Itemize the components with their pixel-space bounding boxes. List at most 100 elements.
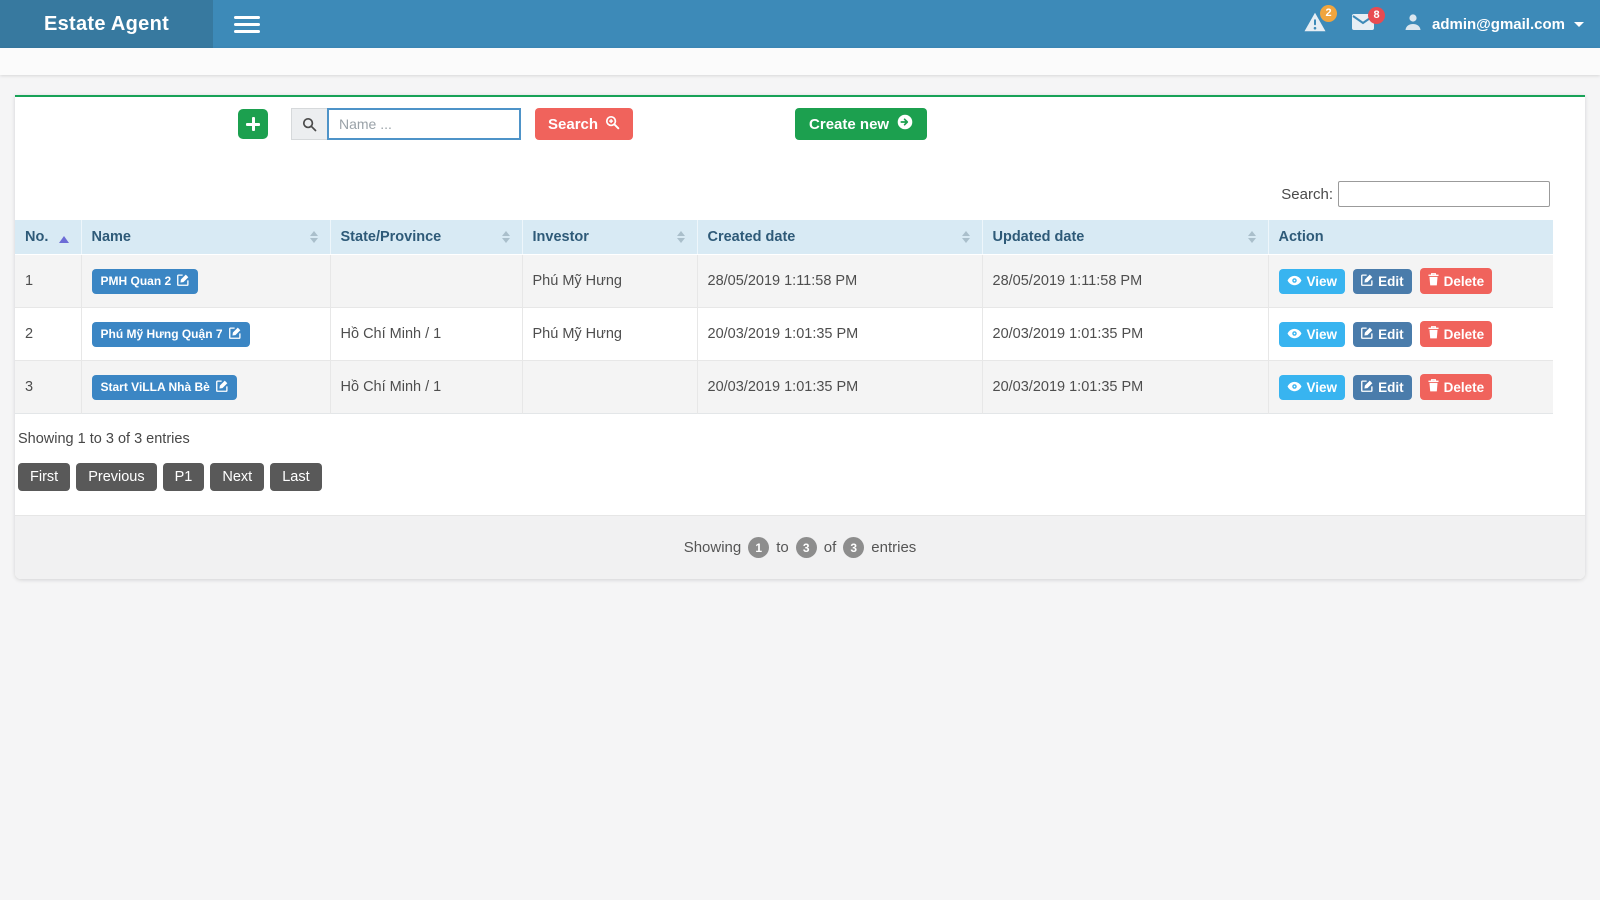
cell-name: Phú Mỹ Hưng Quận 7 [81,308,330,361]
datatable-search-input[interactable] [1338,181,1550,207]
sort-icon [677,227,685,247]
cell-actions: View Edit Delete [1268,255,1553,308]
projects-table: No. Name State/Province Investor Created… [15,220,1553,414]
cell-name: PMH Quan 2 [81,255,330,308]
footer-to-text: to [776,539,789,556]
create-new-button[interactable]: Create new [795,108,927,140]
edit-button[interactable]: Edit [1353,322,1412,347]
cell-created: 20/03/2019 1:01:35 PM [697,361,982,414]
search-icon [291,108,327,140]
content-header [0,48,1600,75]
entries-info: Showing 1 to 3 of 3 entries [18,431,1585,447]
search-plus-icon [605,115,620,134]
view-button[interactable]: View [1279,375,1346,400]
caret-down-icon [1574,22,1584,32]
edit-icon [216,380,228,395]
trash-icon [1428,273,1439,289]
alerts-button[interactable]: 2 [1295,4,1335,45]
cell-state [330,255,522,308]
delete-button[interactable]: Delete [1420,268,1493,294]
edit-icon [1361,274,1373,289]
add-button[interactable] [238,109,268,139]
create-new-label: Create new [809,116,889,133]
cell-state: Hồ Chí Minh / 1 [330,308,522,361]
search-button-label: Search [548,116,598,133]
sort-icon [502,227,510,247]
cell-name: Start ViLLA Nhà Bè [81,361,330,414]
cell-actions: View Edit Delete [1268,308,1553,361]
column-header-investor[interactable]: Investor [522,220,697,255]
footer-entries-text: entries [871,539,916,556]
column-header-created[interactable]: Created date [697,220,982,255]
project-name-badge[interactable]: Phú Mỹ Hưng Quận 7 [92,322,250,347]
table-row: 3 Start ViLLA Nhà Bè Hồ Chí Minh / 1 20/… [15,361,1553,414]
trash-icon [1428,379,1439,395]
toolbar: Search Create new [15,97,1585,140]
page-next-button[interactable]: Next [210,463,264,491]
cell-state: Hồ Chí Minh / 1 [330,361,522,414]
column-header-name[interactable]: Name [81,220,330,255]
user-menu[interactable]: admin@gmail.com [1403,12,1584,36]
sort-icon [1248,227,1256,247]
cell-investor: Phú Mỹ Hưng [522,255,697,308]
delete-button[interactable]: Delete [1420,374,1493,400]
cell-no: 2 [15,308,81,361]
name-filter-group [291,108,521,140]
view-button[interactable]: View [1279,269,1346,294]
warning-icon [1304,19,1326,36]
cell-created: 20/03/2019 1:01:35 PM [697,308,982,361]
sort-ascending-icon [59,231,69,243]
navbar-right: 2 8 admin@gmail.com [1295,0,1600,48]
page-1-button[interactable]: P1 [163,463,205,491]
footer-to-badge: 3 [796,537,817,558]
pagination: First Previous P1 Next Last [18,463,1585,515]
eye-icon [1287,380,1302,395]
menu-toggle-button[interactable] [234,0,260,48]
cell-no: 1 [15,255,81,308]
column-header-state[interactable]: State/Province [330,220,522,255]
trash-icon [1428,326,1439,342]
column-header-no[interactable]: No. [15,220,81,255]
edit-button[interactable]: Edit [1353,375,1412,400]
edit-icon [1361,380,1373,395]
hamburger-icon [234,16,260,19]
datatable-search: Search: [15,181,1550,207]
messages-count-badge: 8 [1368,7,1385,24]
view-button[interactable]: View [1279,322,1346,347]
messages-button[interactable]: 8 [1343,6,1383,43]
edit-icon [1361,327,1373,342]
app-brand[interactable]: Estate Agent [0,0,213,48]
search-button[interactable]: Search [535,108,633,140]
project-name-badge[interactable]: PMH Quan 2 [92,269,199,294]
edit-icon [177,274,189,289]
page-first-button[interactable]: First [18,463,70,491]
cell-updated: 28/05/2019 1:11:58 PM [982,255,1268,308]
footer-of-text: of [824,539,837,556]
footer-total-badge: 3 [843,537,864,558]
table-row: 2 Phú Mỹ Hưng Quận 7 Hồ Chí Minh / 1 Phú… [15,308,1553,361]
project-name-badge[interactable]: Start ViLLA Nhà Bè [92,375,237,400]
column-header-action[interactable]: Action [1268,220,1553,255]
cell-actions: View Edit Delete [1268,361,1553,414]
delete-button[interactable]: Delete [1420,321,1493,347]
table-row: 1 PMH Quan 2 Phú Mỹ Hưng 28/05/2019 1:11… [15,255,1553,308]
page-last-button[interactable]: Last [270,463,321,491]
sort-icon [962,227,970,247]
arrow-circle-right-icon [897,114,913,134]
cell-no: 3 [15,361,81,414]
edit-icon [229,327,241,342]
cell-investor: Phú Mỹ Hưng [522,308,697,361]
alerts-count-badge: 2 [1320,5,1337,22]
footer-from-badge: 1 [748,537,769,558]
footer-showing-text: Showing [684,539,742,556]
edit-button[interactable]: Edit [1353,269,1412,294]
card-footer: Showing 1 to 3 of 3 entries [15,515,1585,579]
name-filter-input[interactable] [327,108,521,140]
cell-updated: 20/03/2019 1:01:35 PM [982,361,1268,414]
page-previous-button[interactable]: Previous [76,463,156,491]
column-header-updated[interactable]: Updated date [982,220,1268,255]
user-email: admin@gmail.com [1432,16,1565,33]
user-icon [1403,12,1423,36]
table-header-row: No. Name State/Province Investor Created… [15,220,1553,255]
eye-icon [1287,274,1302,289]
